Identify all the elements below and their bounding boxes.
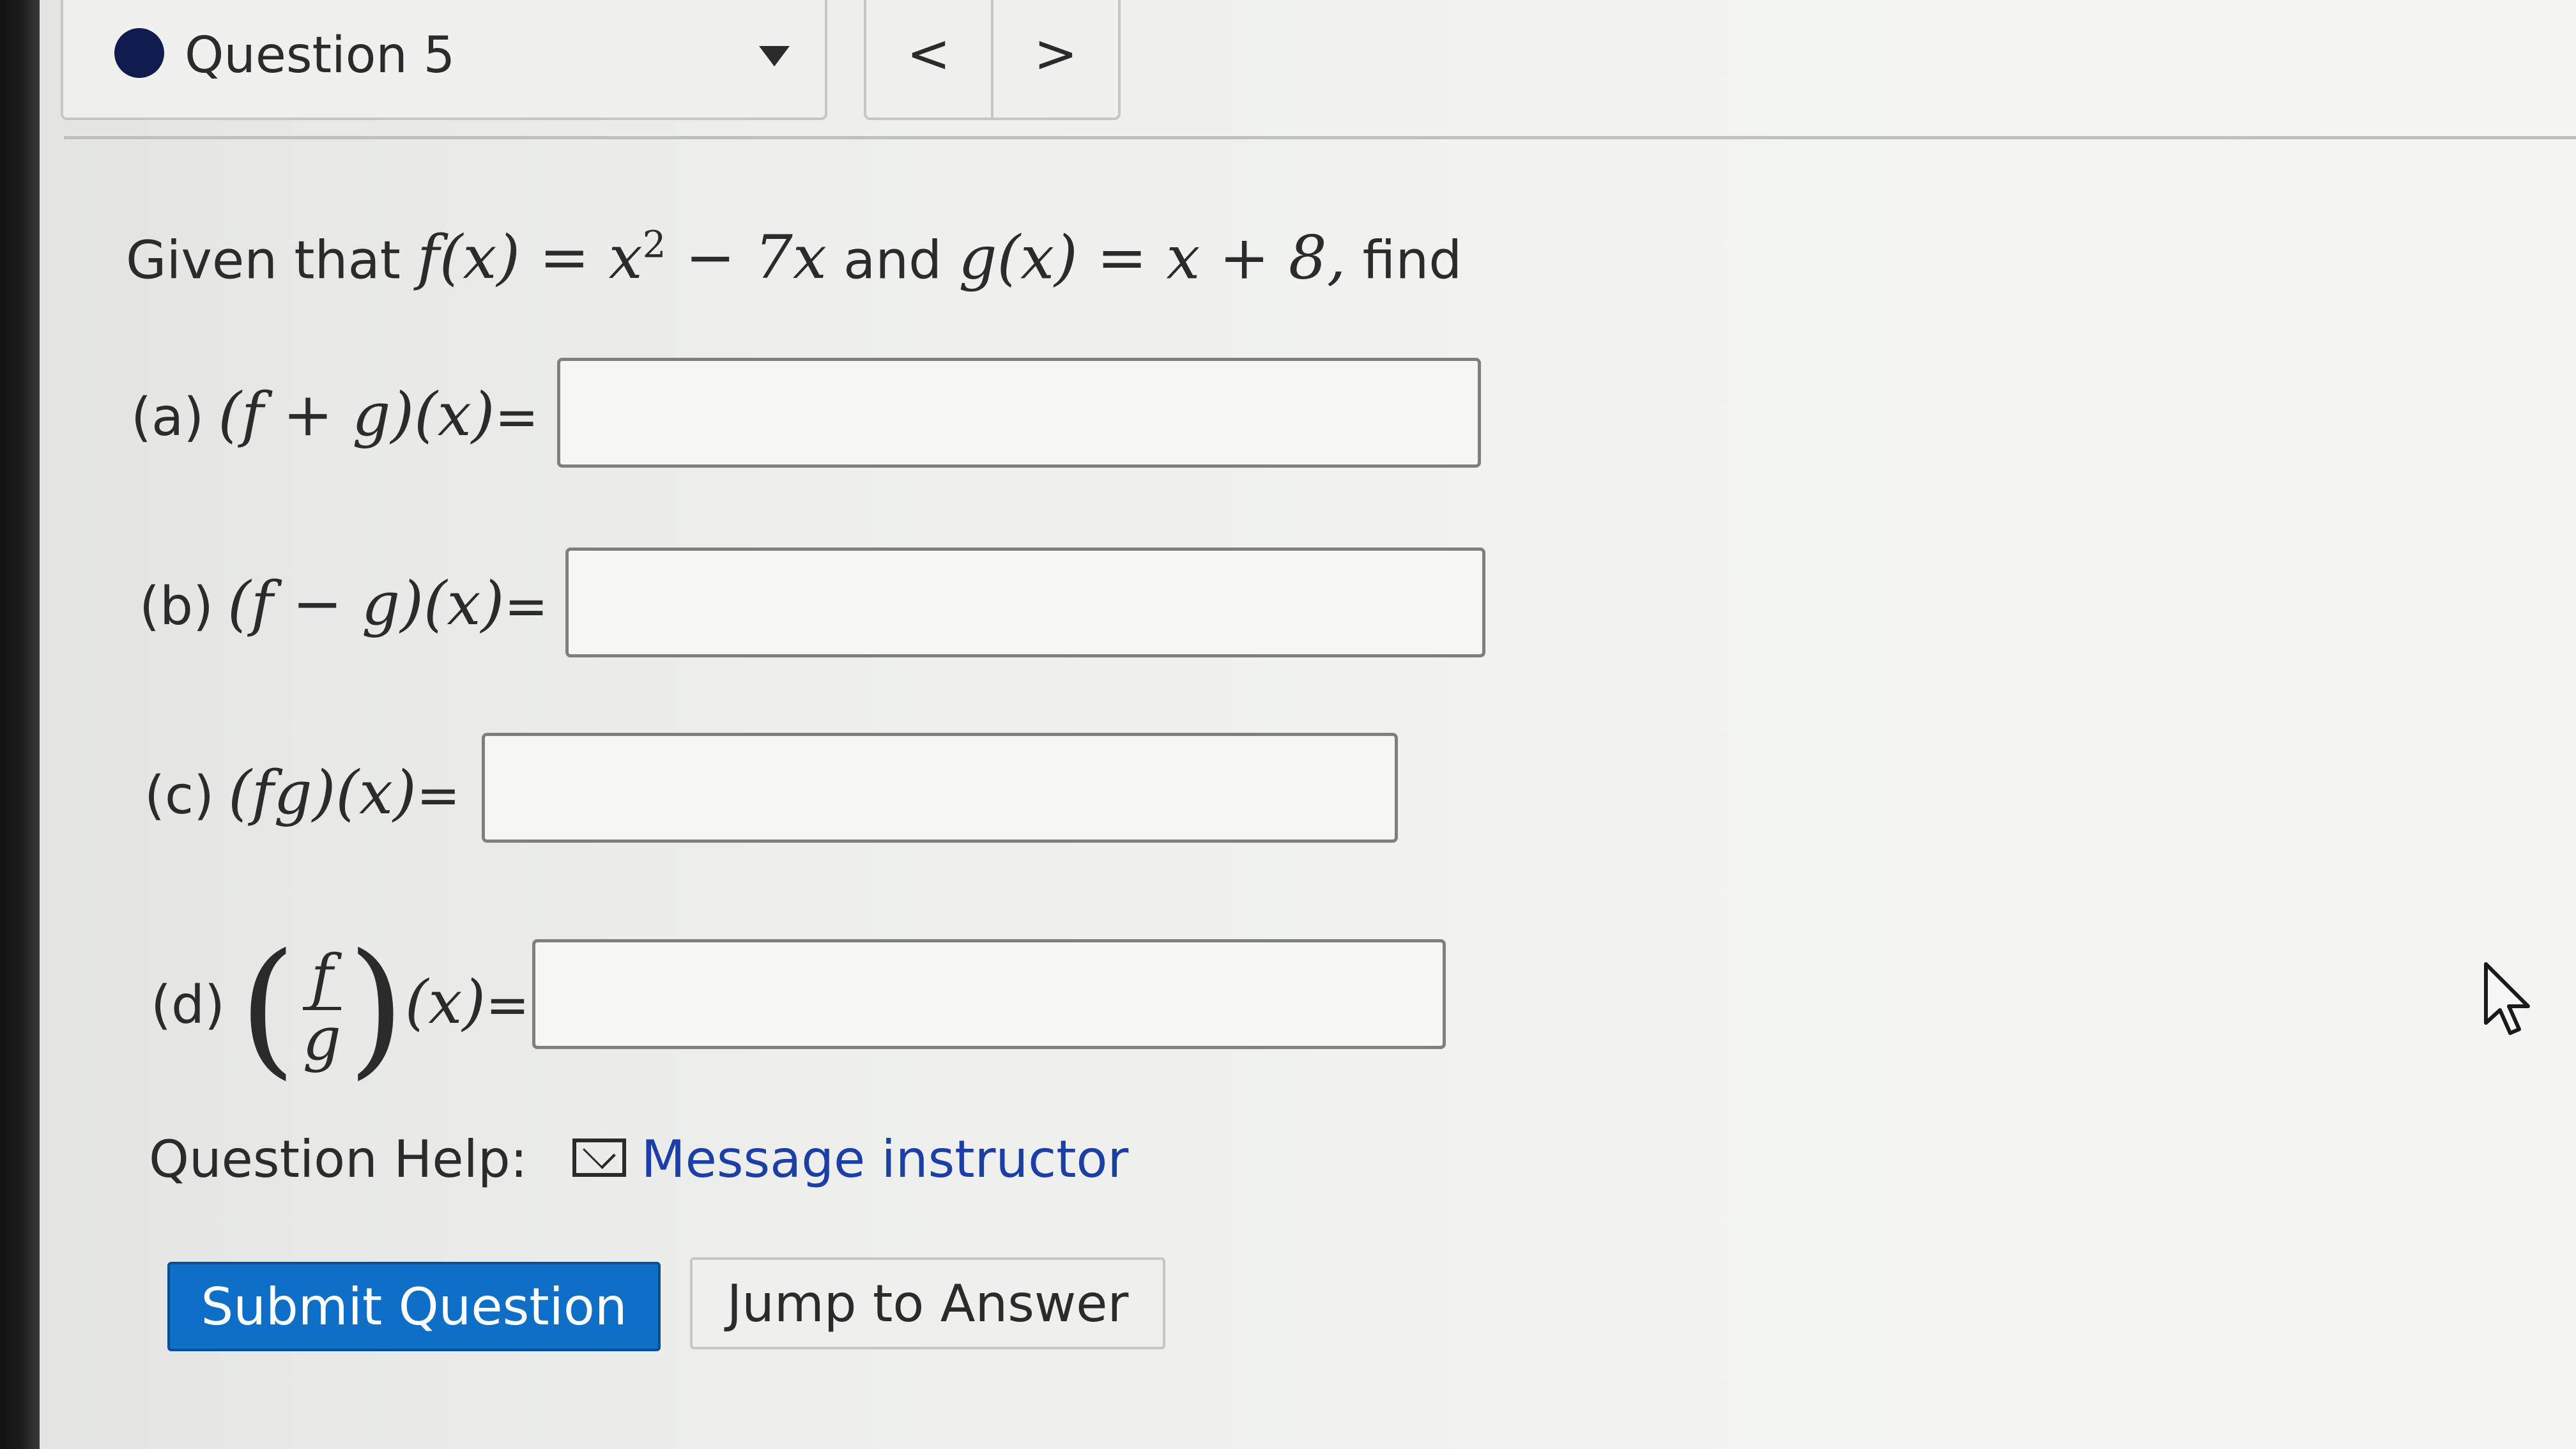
next-question-button[interactable]: > bbox=[991, 0, 1118, 118]
part-c-label: (c) bbox=[144, 765, 215, 826]
part-a-equals: = bbox=[494, 387, 539, 448]
statement-suffix: find bbox=[1362, 230, 1462, 291]
f-definition-base: f(x) = x bbox=[417, 223, 643, 293]
statement-and: and bbox=[843, 230, 942, 291]
f-definition: f(x) = x2 − 7x bbox=[417, 223, 827, 293]
question-status-dot bbox=[114, 28, 164, 78]
mouse-pointer-icon bbox=[2484, 962, 2530, 1035]
f-definition-rest: − 7x bbox=[666, 223, 827, 293]
part-d-expression: (x) bbox=[404, 968, 486, 1038]
question-selector-label: Question 5 bbox=[185, 27, 456, 84]
answer-input-a[interactable] bbox=[557, 358, 1481, 468]
left-paren: ( bbox=[239, 923, 296, 1094]
message-instructor-link[interactable]: Message instructor bbox=[641, 1130, 1129, 1189]
fraction-denominator: g bbox=[302, 1004, 341, 1075]
caret-down-icon bbox=[759, 46, 790, 66]
question-nav: < > bbox=[864, 0, 1121, 120]
right-paren: ) bbox=[347, 923, 405, 1094]
part-c-expression: (fg)(x) bbox=[228, 758, 417, 828]
jump-to-answer-button[interactable]: Jump to Answer bbox=[690, 1257, 1165, 1349]
g-definition: g(x) = x + 8, bbox=[958, 223, 1346, 293]
part-a-label: (a) bbox=[131, 387, 204, 448]
part-c-equals: = bbox=[416, 765, 461, 826]
part-d-equals: = bbox=[486, 975, 530, 1036]
fraction-f-over-g: fg bbox=[302, 942, 341, 1075]
mail-icon[interactable] bbox=[572, 1138, 626, 1177]
answer-input-d[interactable] bbox=[532, 939, 1446, 1049]
part-d-label: (d) bbox=[151, 975, 226, 1036]
screen-bezel bbox=[0, 0, 40, 1449]
fraction-numerator: f bbox=[310, 942, 334, 1013]
previous-question-button[interactable]: < bbox=[866, 0, 991, 118]
part-b: (b) (f − g)(x)= bbox=[139, 566, 548, 645]
part-b-equals: = bbox=[504, 576, 548, 637]
question-statement: Given that f(x) = x2 − 7x and g(x) = x +… bbox=[126, 203, 1462, 302]
part-d: (d)(f g)(x)= bbox=[151, 920, 530, 1092]
question-help: Question Help: Message instructor bbox=[149, 1124, 1128, 1195]
part-b-label: (b) bbox=[139, 576, 214, 637]
part-b-expression: (f − g)(x) bbox=[227, 569, 505, 639]
part-a-expression: (f + g)(x) bbox=[218, 380, 495, 450]
submit-question-button[interactable]: Submit Question bbox=[167, 1262, 661, 1351]
question-selector[interactable]: Question 5 bbox=[61, 0, 827, 120]
f-exponent: 2 bbox=[642, 223, 666, 266]
answer-input-b[interactable] bbox=[565, 548, 1485, 657]
part-a: (a) (f + g)(x)= bbox=[131, 377, 539, 456]
header-divider bbox=[64, 136, 2576, 139]
answer-input-c[interactable] bbox=[482, 733, 1398, 843]
part-c: (c) (fg)(x)= bbox=[144, 755, 460, 834]
statement-prefix: Given that bbox=[126, 230, 401, 291]
question-help-label: Question Help: bbox=[149, 1130, 528, 1189]
